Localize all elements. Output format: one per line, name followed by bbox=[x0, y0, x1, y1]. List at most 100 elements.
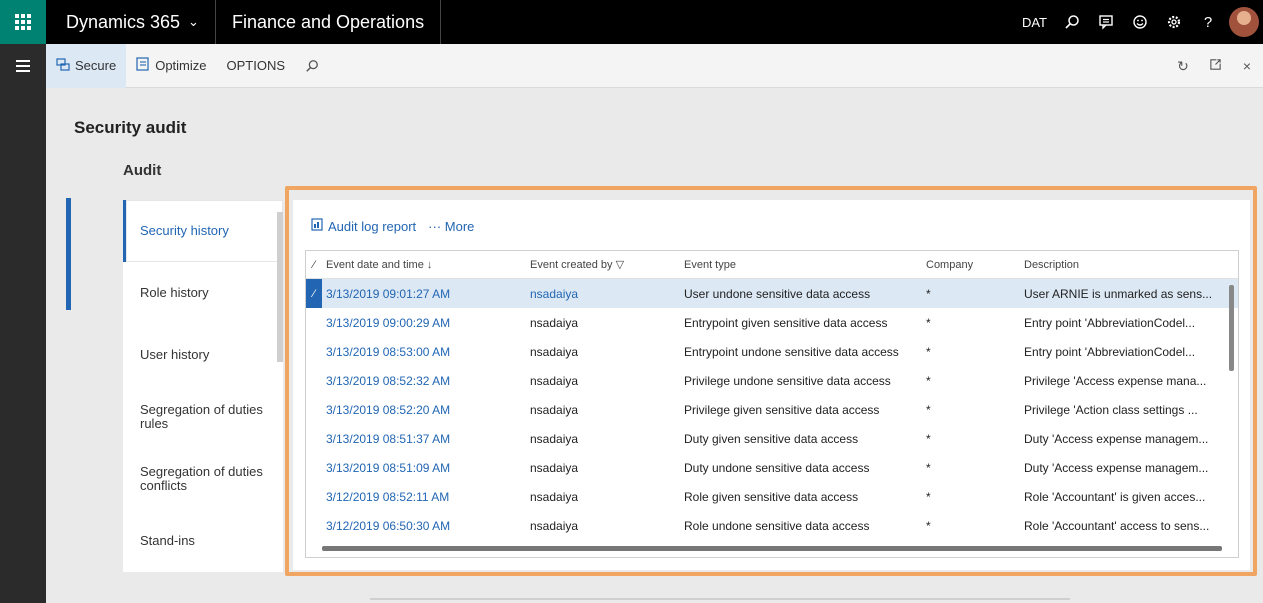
cell-event-type: Duty given sensitive data access bbox=[684, 431, 859, 446]
app-name: Finance and Operations bbox=[216, 0, 442, 44]
company-picker[interactable]: DAT bbox=[1022, 15, 1047, 30]
grid-vertical-scrollbar[interactable] bbox=[1229, 285, 1234, 371]
nav-rail bbox=[0, 44, 46, 603]
cell-date[interactable]: 3/13/2019 09:00:29 AM bbox=[322, 316, 530, 330]
row-selector[interactable] bbox=[306, 366, 322, 395]
header-event-type[interactable]: Event type bbox=[684, 259, 926, 271]
header-company[interactable]: Company bbox=[926, 259, 1024, 271]
table-row[interactable]: 3/13/2019 08:52:20 AM nsadaiya Privilege… bbox=[306, 395, 1238, 424]
cell-company: * bbox=[926, 344, 931, 359]
cell-date[interactable]: 3/12/2019 08:52:11 AM bbox=[322, 490, 530, 504]
secure-tab[interactable]: Secure bbox=[46, 43, 127, 88]
cell-date[interactable]: 3/13/2019 08:51:37 AM bbox=[322, 432, 530, 446]
optimize-label: Optimize bbox=[155, 58, 207, 73]
grid-horizontal-scrollbar[interactable] bbox=[322, 546, 1222, 551]
cell-event-type: Duty undone sensitive data access bbox=[684, 460, 870, 475]
cell-description: Privilege 'Access expense mana... bbox=[1024, 373, 1207, 388]
table-row[interactable]: ⁄ 3/13/2019 09:01:27 AM nsadaiya User un… bbox=[306, 279, 1238, 308]
top-bar: Dynamics 365 ⌄ Finance and Operations DA… bbox=[0, 0, 1263, 44]
more-button[interactable]: ··· More bbox=[428, 219, 474, 234]
tabs-scrollbar[interactable] bbox=[277, 212, 283, 362]
header-created-by[interactable]: Event created by ▽ bbox=[530, 258, 684, 271]
cell-created-by: nsadaiya bbox=[530, 431, 579, 446]
row-selector[interactable] bbox=[306, 308, 322, 337]
header-description[interactable]: Description bbox=[1024, 259, 1234, 271]
tab-user-history[interactable]: User history bbox=[123, 324, 283, 386]
tab-stand-ins[interactable]: Stand-ins bbox=[123, 510, 283, 572]
row-selector[interactable] bbox=[306, 424, 322, 453]
filter-icon: ▽ bbox=[615, 259, 625, 271]
tab-role-history[interactable]: Role history bbox=[123, 262, 283, 324]
row-selector[interactable] bbox=[306, 511, 322, 540]
cell-created-by: nsadaiya bbox=[530, 489, 579, 504]
table-row[interactable]: 3/13/2019 09:00:29 AM nsadaiya Entrypoin… bbox=[306, 308, 1238, 337]
search-icon[interactable] bbox=[1055, 0, 1089, 44]
row-selector[interactable] bbox=[306, 453, 322, 482]
header-date[interactable]: Event date and time ↓ bbox=[322, 259, 530, 271]
table-row[interactable]: 3/12/2019 08:52:11 AM nsadaiya Role give… bbox=[306, 482, 1238, 511]
table-row[interactable]: 3/13/2019 08:52:32 AM nsadaiya Privilege… bbox=[306, 366, 1238, 395]
options-tab[interactable]: OPTIONS bbox=[217, 44, 296, 88]
chevron-down-icon: ⌄ bbox=[188, 14, 199, 29]
cell-date[interactable]: 3/13/2019 08:51:09 AM bbox=[322, 461, 530, 475]
section-title: Audit bbox=[123, 162, 162, 179]
cell-description: Privilege 'Action class settings ... bbox=[1024, 402, 1198, 417]
row-selector[interactable] bbox=[306, 482, 322, 511]
cell-date[interactable]: 3/13/2019 08:52:20 AM bbox=[322, 403, 530, 417]
table-row[interactable]: 3/13/2019 08:53:00 AM nsadaiya Entrypoin… bbox=[306, 337, 1238, 366]
cell-company: * bbox=[926, 431, 931, 446]
vertical-tabs: Security history Role history User histo… bbox=[123, 200, 283, 572]
cell-description: Role 'Accountant' access to sens... bbox=[1024, 518, 1210, 533]
cell-company: * bbox=[926, 518, 931, 533]
edit-icon: ⁄ bbox=[313, 258, 315, 271]
cell-date[interactable]: 3/13/2019 08:53:00 AM bbox=[322, 345, 530, 359]
smiley-icon[interactable] bbox=[1123, 0, 1157, 44]
refresh-icon[interactable]: ↻ bbox=[1167, 58, 1199, 75]
avatar[interactable] bbox=[1229, 7, 1259, 37]
cell-event-type: Entrypoint undone sensitive data access bbox=[684, 344, 899, 359]
cell-event-type: User undone sensitive data access bbox=[684, 286, 871, 301]
cell-description: Entry point 'AbbreviationCodel... bbox=[1024, 344, 1196, 359]
cell-date[interactable]: 3/13/2019 09:01:27 AM bbox=[322, 287, 530, 301]
action-search-icon[interactable] bbox=[295, 44, 329, 88]
cell-event-type: Entrypoint given sensitive data access bbox=[684, 315, 888, 330]
table-row[interactable]: 3/13/2019 08:51:37 AM nsadaiya Duty give… bbox=[306, 424, 1238, 453]
tab-segregation-rules[interactable]: Segregation of duties rules bbox=[123, 386, 283, 448]
cell-company: * bbox=[926, 489, 931, 504]
cell-created-by: nsadaiya bbox=[530, 402, 579, 417]
cell-date[interactable]: 3/12/2019 06:50:30 AM bbox=[322, 519, 530, 533]
cell-event-type: Role given sensitive data access bbox=[684, 489, 859, 504]
help-icon[interactable]: ? bbox=[1191, 0, 1225, 44]
chat-icon[interactable] bbox=[1089, 0, 1123, 44]
hamburger-icon[interactable] bbox=[0, 44, 46, 88]
cell-created-by: nsadaiya bbox=[530, 344, 579, 359]
audit-log-report-button[interactable]: Audit log report bbox=[328, 219, 416, 234]
close-icon[interactable]: × bbox=[1231, 58, 1263, 74]
report-icon bbox=[311, 218, 323, 234]
tab-segregation-conflicts[interactable]: Segregation of duties conflicts bbox=[123, 448, 283, 510]
cell-event-type: Privilege undone sensitive data access bbox=[684, 373, 891, 388]
row-selector[interactable]: ⁄ bbox=[306, 279, 322, 308]
cell-created-by: nsadaiya bbox=[530, 286, 579, 301]
table-row[interactable]: 3/12/2019 06:50:30 AM nsadaiya Role undo… bbox=[306, 511, 1238, 540]
page-scrollbar[interactable] bbox=[370, 598, 1070, 600]
tab-security-history[interactable]: Security history bbox=[123, 200, 283, 262]
cell-company: * bbox=[926, 286, 931, 301]
cell-company: * bbox=[926, 373, 931, 388]
gear-icon[interactable] bbox=[1157, 0, 1191, 44]
cell-company: * bbox=[926, 315, 931, 330]
waffle-icon[interactable] bbox=[0, 0, 46, 44]
brand-label: Dynamics 365 bbox=[66, 11, 181, 32]
secure-icon bbox=[56, 57, 70, 74]
row-selector[interactable] bbox=[306, 337, 322, 366]
open-new-window-icon[interactable] bbox=[1199, 58, 1231, 74]
optimize-tab[interactable]: Optimize bbox=[126, 44, 216, 88]
brand-menu[interactable]: Dynamics 365 ⌄ bbox=[46, 0, 216, 44]
row-selector[interactable] bbox=[306, 395, 322, 424]
cell-event-type: Privilege given sensitive data access bbox=[684, 402, 880, 417]
table-row[interactable]: 3/13/2019 08:51:09 AM nsadaiya Duty undo… bbox=[306, 453, 1238, 482]
grid-header: ⁄ Event date and time ↓ Event created by… bbox=[306, 251, 1238, 279]
cell-description: Entry point 'AbbreviationCodel... bbox=[1024, 315, 1196, 330]
cell-date[interactable]: 3/13/2019 08:52:32 AM bbox=[322, 374, 530, 388]
cell-company: * bbox=[926, 460, 931, 475]
